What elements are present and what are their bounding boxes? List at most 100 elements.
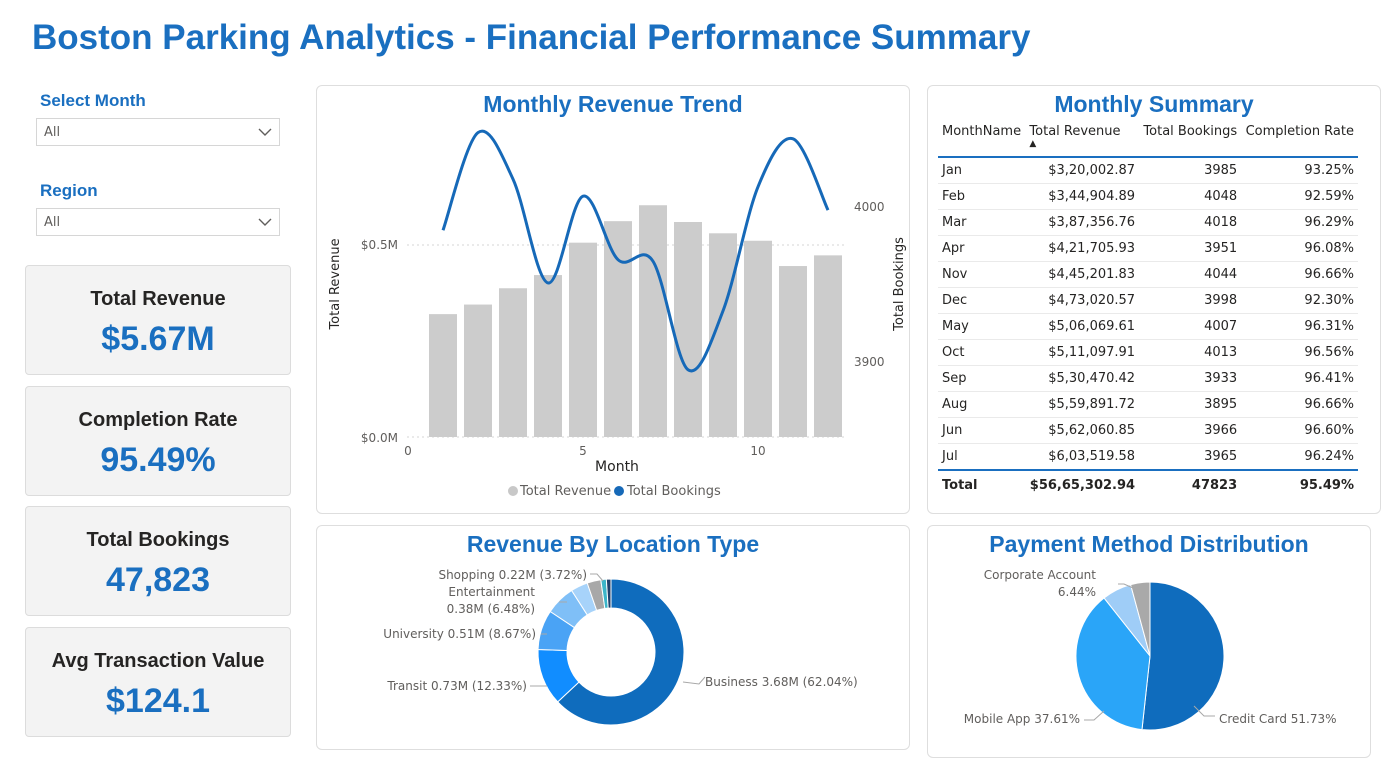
x-tick-label: 10 — [750, 444, 765, 458]
revenue-trend-panel: Monthly Revenue Trend $0.5M $0.0M 4000 3… — [316, 85, 910, 514]
cell-bookings: 3985 — [1139, 157, 1242, 184]
kpi-card-completion-rate: Completion Rate 95.49% — [25, 386, 291, 496]
payment-method-panel: Payment Method Distribution Credit Card … — [927, 525, 1371, 758]
cell-completion: 96.08% — [1241, 235, 1358, 262]
cell-month: Nov — [938, 261, 1026, 288]
cell-revenue: $5,59,891.72 — [1025, 391, 1140, 418]
cell-bookings: 3965 — [1139, 443, 1242, 471]
cell-total-revenue: $56,65,302.94 — [1025, 469, 1140, 499]
cell-bookings: 3998 — [1139, 287, 1242, 314]
cell-completion: 96.66% — [1241, 261, 1358, 288]
revenue-bar[interactable] — [464, 304, 492, 437]
revenue-trend-chart[interactable]: $0.5M $0.0M 4000 3900 0 5 10 Month Total… — [317, 86, 909, 513]
cell-bookings: 3895 — [1139, 391, 1242, 418]
region-dropdown[interactable]: All — [36, 208, 280, 236]
table-row: May $5,06,069.61 4007 96.31% — [938, 313, 1358, 340]
cell-revenue: $5,30,470.42 — [1025, 365, 1140, 392]
cell-completion: 96.60% — [1241, 417, 1358, 444]
cell-revenue: $5,62,060.85 — [1025, 417, 1140, 444]
revenue-bar[interactable] — [604, 221, 632, 437]
legend-label-revenue[interactable]: Total Revenue — [519, 484, 611, 499]
cell-completion: 96.56% — [1241, 339, 1358, 366]
revenue-bar[interactable] — [814, 255, 842, 437]
cell-month: Jul — [938, 443, 1026, 471]
revenue-bar[interactable] — [569, 242, 597, 437]
slice-credit-card[interactable] — [1141, 581, 1225, 731]
legend-label-bookings[interactable]: Total Bookings — [626, 484, 721, 499]
page-title: Boston Parking Analytics - Financial Per… — [32, 18, 1031, 57]
kpi-card-total-bookings: Total Bookings 47,823 — [25, 506, 291, 616]
legend-marker — [614, 486, 624, 496]
cell-bookings: 4048 — [1139, 183, 1242, 210]
kpi-value: $124.1 — [106, 682, 210, 720]
cell-total-label: Total — [938, 469, 1026, 499]
label-leader-line — [1084, 710, 1105, 721]
table-row: Jul $6,03,519.58 3965 96.24% — [938, 443, 1358, 471]
cell-month: Sep — [938, 365, 1026, 392]
table-row: Mar $3,87,356.76 4018 96.29% — [938, 209, 1358, 236]
kpi-card-avg-transaction: Avg Transaction Value $124.1 — [25, 627, 291, 737]
cell-completion: 96.31% — [1241, 313, 1358, 340]
kpi-value: 95.49% — [100, 441, 216, 479]
cell-revenue: $5,11,097.91 — [1025, 339, 1140, 366]
slice-label-corporate-account: Corporate Account — [984, 568, 1097, 582]
payment-pie-chart[interactable]: Credit Card 51.73% Mobile App 37.61% Cor… — [928, 526, 1370, 757]
x-tick-label: 0 — [404, 444, 412, 458]
x-tick-label: 5 — [579, 444, 587, 458]
cell-month: Feb — [938, 183, 1026, 210]
legend-marker — [508, 486, 518, 496]
monthly-summary-table: MonthName Total Revenue ▲ Total Bookings … — [938, 124, 1358, 499]
y-tick-label: $0.0M — [361, 431, 398, 445]
slice-label-corporate-value: 6.44% — [1058, 585, 1096, 599]
cell-total-bookings: 47823 — [1139, 469, 1242, 499]
select-month-dropdown[interactable]: All — [36, 118, 280, 146]
location-donut-chart[interactable]: Business 3.68M (62.04%) Transit 0.73M (1… — [317, 526, 909, 749]
slice-label-university: University 0.51M (8.67%) — [383, 627, 536, 641]
table-total-row: Total $56,65,302.94 47823 95.49% — [938, 469, 1358, 499]
cell-month: Jan — [938, 157, 1026, 184]
cell-month: May — [938, 313, 1026, 340]
y-tick-label: $0.5M — [361, 238, 398, 252]
y2-tick-label: 3900 — [854, 355, 885, 369]
slice-label-entertainment-value: 0.38M (6.48%) — [447, 602, 535, 616]
region-value: All — [44, 215, 61, 230]
revenue-bar[interactable] — [674, 222, 702, 437]
column-header[interactable]: MonthName — [938, 124, 1025, 157]
cell-revenue: $5,06,069.61 — [1025, 313, 1140, 340]
select-month-label: Select Month — [40, 91, 146, 110]
revenue-bar[interactable] — [779, 266, 807, 437]
cell-revenue: $4,21,705.93 — [1025, 235, 1140, 262]
cell-bookings: 4013 — [1139, 339, 1242, 366]
kpi-label: Total Bookings — [86, 529, 230, 551]
cell-completion: 92.30% — [1241, 287, 1358, 314]
chevron-down-icon — [258, 218, 272, 226]
cell-month: Dec — [938, 287, 1026, 314]
table-row: Dec $4,73,020.57 3998 92.30% — [938, 287, 1358, 314]
revenue-bar[interactable] — [534, 275, 562, 437]
cell-bookings: 3951 — [1139, 235, 1242, 262]
table-row: Aug $5,59,891.72 3895 96.66% — [938, 391, 1358, 418]
revenue-bar[interactable] — [744, 240, 772, 437]
revenue-bar[interactable] — [429, 314, 457, 437]
column-header[interactable]: Total Bookings — [1139, 124, 1241, 157]
column-header[interactable]: Completion Rate — [1241, 124, 1358, 157]
x-axis-title: Month — [595, 459, 639, 475]
cell-bookings: 3966 — [1139, 417, 1242, 444]
y2-tick-label: 4000 — [854, 200, 885, 214]
cell-completion: 92.59% — [1241, 183, 1358, 210]
kpi-value: 47,823 — [106, 561, 210, 599]
revenue-bar[interactable] — [639, 205, 667, 437]
select-month-value: All — [44, 125, 61, 140]
cell-month: Aug — [938, 391, 1026, 418]
revenue-bar[interactable] — [499, 288, 527, 437]
cell-revenue: $6,03,519.58 — [1025, 443, 1140, 471]
region-label: Region — [40, 181, 98, 200]
kpi-label: Avg Transaction Value — [51, 650, 265, 672]
y-axis-title: Total Revenue — [328, 238, 343, 330]
cell-revenue: $3,44,904.89 — [1025, 183, 1140, 210]
slice-label-entertainment: Entertainment — [448, 585, 535, 599]
monthly-summary-title: Monthly Summary — [1054, 91, 1254, 117]
cell-bookings: 4018 — [1139, 209, 1242, 236]
cell-bookings: 4007 — [1139, 313, 1242, 340]
column-header[interactable]: Total Revenue ▲ — [1025, 124, 1139, 157]
